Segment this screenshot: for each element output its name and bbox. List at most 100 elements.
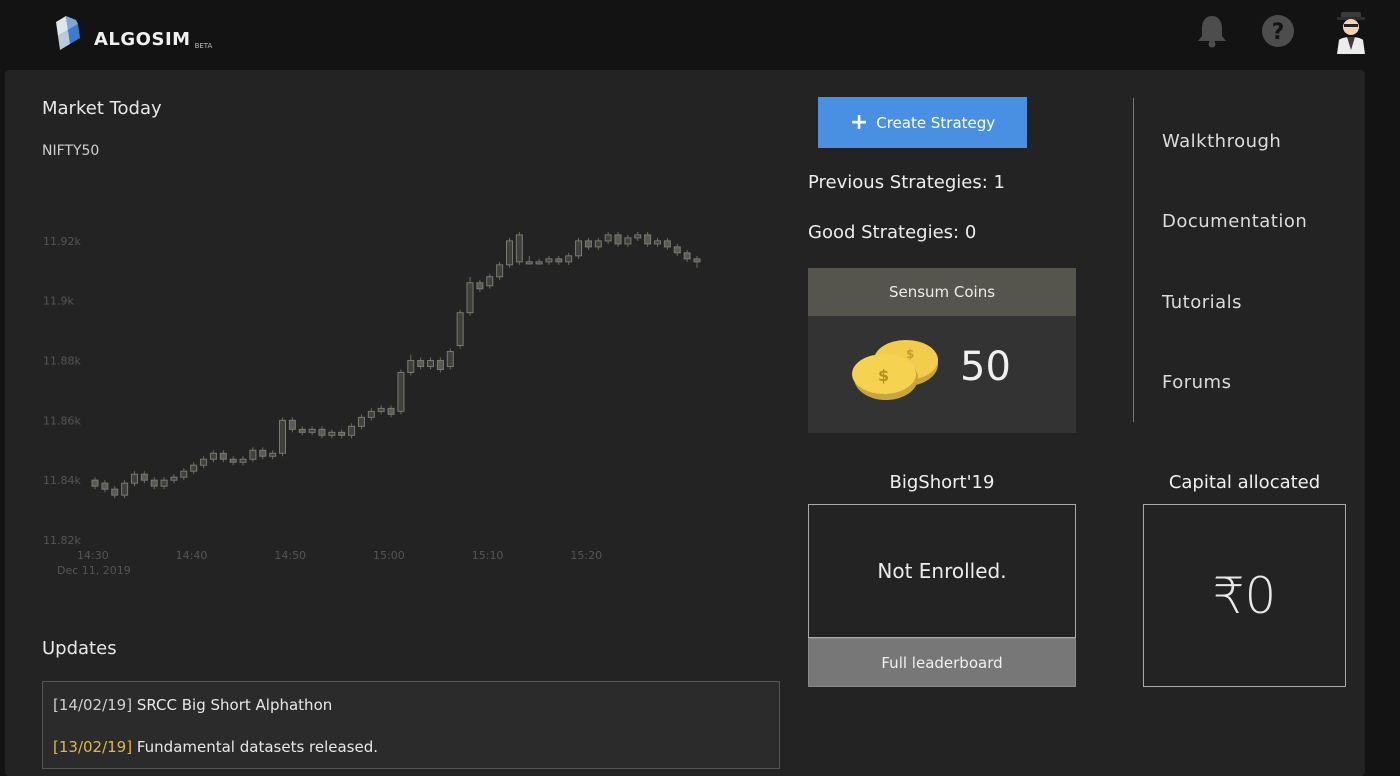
candle-body [101,482,109,490]
candle [535,258,543,265]
update-item[interactable]: [14/02/19] SRCC Big Short Alphathon [53,696,332,714]
side-divider [1133,98,1134,422]
candle-body [111,488,119,496]
candle-body [279,419,287,454]
candle-body [348,425,356,436]
candle-body [466,282,474,314]
candle [575,237,583,259]
candle [496,261,504,280]
candle-body [565,255,573,263]
x-tick-label: 15:10 [472,549,504,562]
candle [111,486,119,499]
candle-body [338,431,346,436]
candle-body [209,452,217,460]
candle-body [436,360,444,371]
candle-body [397,372,405,412]
create-strategy-button[interactable]: + Create Strategy [818,97,1027,148]
candle [397,369,405,415]
candle [91,477,99,490]
update-text: Fundamental datasets released. [132,738,379,756]
candle [515,231,523,265]
candle [180,468,188,481]
candle-body [160,479,168,487]
candle-body [298,428,306,433]
candle-body [417,360,425,368]
link-tutorials[interactable]: Tutorials [1162,292,1242,313]
good-strategies: Good Strategies: 0 [808,222,977,243]
candle [209,450,217,463]
candle [634,231,642,241]
candle [387,405,395,418]
candle [348,423,356,439]
candle-body [663,240,671,248]
enrollment-status: Not Enrolled. [877,559,1007,583]
candle-body [644,234,652,245]
candle [545,255,553,265]
link-forums[interactable]: Forums [1162,372,1231,393]
bell-icon[interactable] [1196,14,1228,52]
x-tick-label: 15:20 [570,549,602,562]
candlestick-chart[interactable]: 11.82k 11.84k 11.86k 11.88k 11.9k 11.92k 14:30… [35,185,765,585]
candle-body [555,258,563,263]
candle [604,231,612,244]
candle-body [575,240,583,257]
candle-body [328,431,336,436]
x-tick-label: 14:30 [77,549,109,562]
algosim-logo-icon [56,16,80,50]
link-walkthrough[interactable]: Walkthrough [1162,131,1281,152]
candle [584,237,592,250]
x-tick-label: 14:50 [274,549,306,562]
candle [673,243,681,256]
candle-body [693,258,701,263]
beta-badge: BETA [194,42,213,50]
bigshort-title: BigShort'19 [889,472,995,493]
candle [417,357,425,370]
candle-body [456,312,464,347]
candle-body [496,264,504,278]
candle-body [545,258,553,263]
svg-text:$: $ [878,366,889,385]
app-name: ALGOSIM [94,29,191,50]
candle [505,237,513,268]
y-tick-label: 11.9k [43,295,74,308]
y-tick-label: 11.86k [43,414,81,427]
sensum-coins-card: Sensum Coins $ $ 50 [808,268,1076,433]
candle-body [130,473,138,484]
candle-body [357,416,365,427]
candle [200,456,208,469]
full-leaderboard-button[interactable]: Full leaderboard [808,638,1076,687]
link-documentation[interactable]: Documentation [1162,211,1307,232]
candle [239,456,247,466]
candle [121,480,129,499]
candle [624,234,632,247]
x-tick-label: 15:00 [373,549,405,562]
candle-body [427,360,435,368]
y-tick-label: 11.88k [43,355,81,368]
capital-value: ₹0 [1212,566,1277,625]
candle-body [584,240,592,248]
app-logo[interactable]: ALGOSIM BETA [52,16,212,50]
top-bar: ALGOSIM BETA ? [0,0,1400,68]
avatar[interactable] [1333,10,1369,58]
candle [101,480,109,493]
candle [377,405,385,415]
candle-body [269,452,277,457]
candle-body [624,237,632,245]
market-title: Market Today [42,98,162,119]
help-icon[interactable]: ? [1261,14,1295,52]
chart-canvas: 11.82k 11.84k 11.86k 11.88k 11.9k 11.92k 14:30… [43,231,701,577]
candle-body [407,360,415,374]
candle [565,252,573,265]
candle-body [446,351,454,368]
candle-body [515,234,523,263]
candle [683,249,691,262]
updates-list: [14/02/19] SRCC Big Short Alphathon [13/… [42,681,780,769]
candle-body [170,476,178,481]
candle [427,357,435,370]
candle [170,474,178,484]
y-tick-label: 11.92k [43,235,81,248]
update-item[interactable]: [13/02/19] Fundamental datasets released… [53,738,378,756]
candle-body [377,407,385,412]
candle-body [180,470,188,478]
candle [525,255,533,265]
